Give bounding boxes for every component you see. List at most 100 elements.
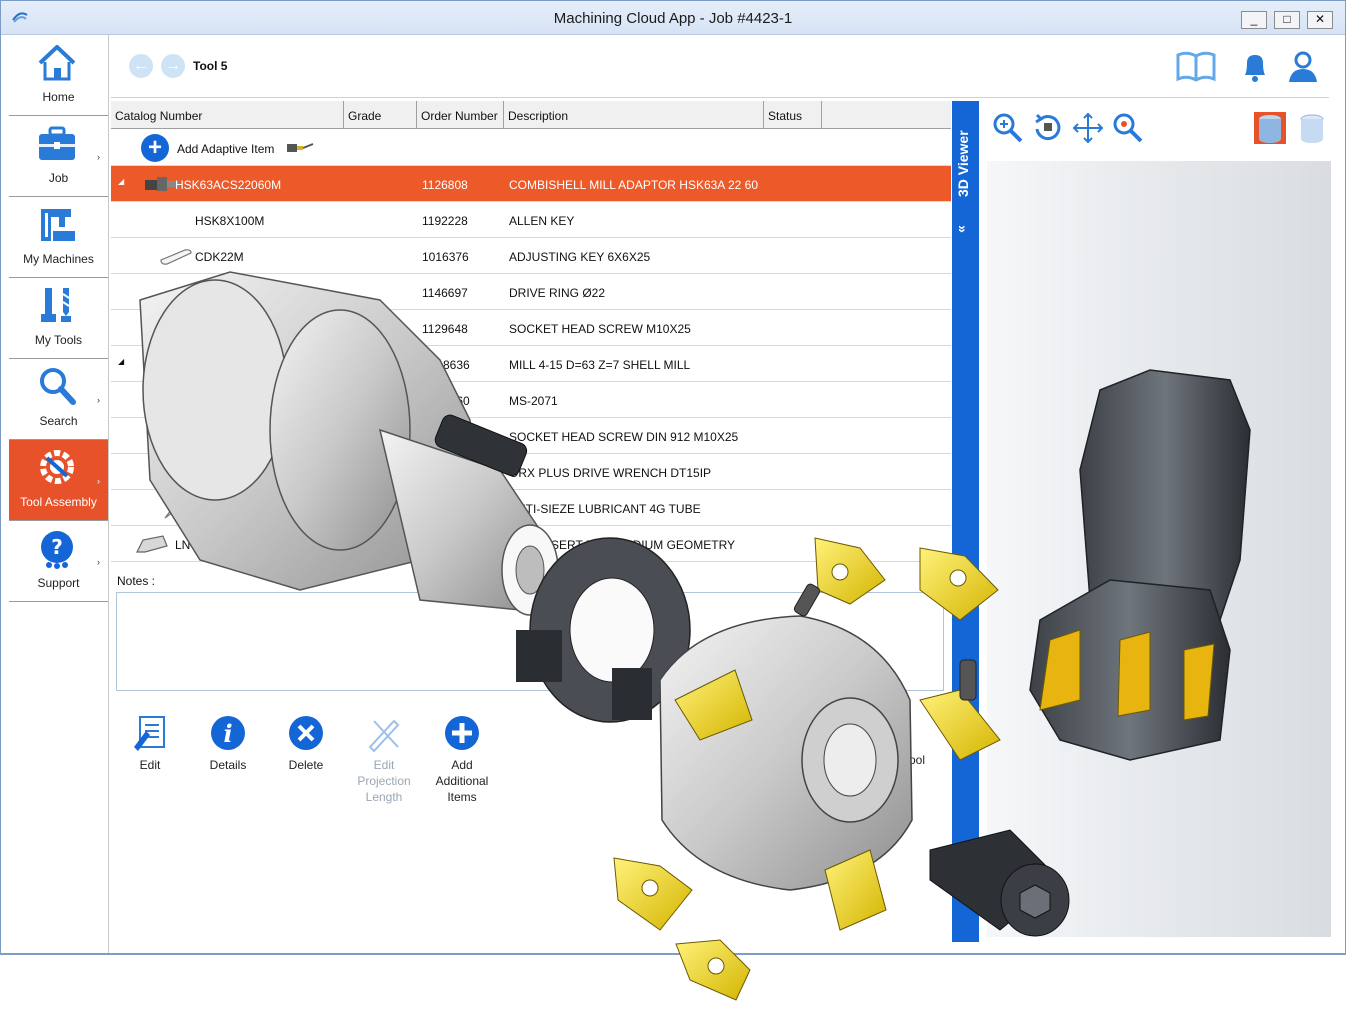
sidebar-item-label: Home (42, 90, 75, 104)
grid-header: Catalog Number Grade Order Number Descri… (111, 101, 951, 129)
sidebar: Home Job › My Machines My Tools Search ›… (1, 35, 109, 954)
add-additional-items-button[interactable]: Add Additional Items (425, 713, 499, 805)
svg-text:?: ? (51, 535, 63, 559)
sidebar-item-label: My Machines (23, 252, 94, 266)
svg-text:i: i (223, 719, 232, 748)
briefcase-icon (35, 122, 79, 166)
column-header-catalog-number[interactable]: Catalog Number (111, 101, 344, 129)
zoom-fit-icon[interactable] (1111, 111, 1145, 145)
edit-label: Edit (139, 758, 161, 772)
wrench-part-icon (157, 460, 207, 484)
edit-projection-length-button[interactable]: Edit Projection Length (347, 713, 421, 805)
order-number-cell: 0360 (443, 394, 470, 408)
tool-assembly-grid: Catalog Number Grade Order Number Descri… (111, 101, 951, 563)
column-header-order-number[interactable]: Order Number (417, 101, 504, 129)
user-icon[interactable] (1285, 49, 1327, 85)
sidebar-item-job[interactable]: Job › (9, 116, 108, 197)
adaptive-tool-icon (285, 138, 315, 163)
breadcrumb: Tool 5 (193, 59, 228, 73)
table-row[interactable]: LNGU151 SERT R0.4 MEDIUM GEOMETRY (111, 526, 951, 562)
notes-label: Notes : (117, 574, 156, 588)
sidebar-item-home[interactable]: Home (9, 35, 108, 116)
description-cell: ALLEN KEY (509, 214, 575, 228)
chevron-right-icon: › (97, 557, 100, 567)
minimize-button[interactable]: _ (1241, 11, 1267, 29)
sidebar-item-tool-assembly[interactable]: Tool Assembly › (9, 440, 108, 521)
column-header-grade[interactable]: Grade (344, 101, 417, 129)
description-cell: SOCKET HEAD SCREW M10X25 (509, 322, 691, 336)
3d-viewer-tab[interactable]: 3D Viewer » (952, 101, 979, 942)
sidebar-item-search[interactable]: Search › (9, 359, 108, 440)
add-icon: + (141, 134, 169, 162)
sidebar-item-my-tools[interactable]: My Tools (9, 278, 108, 359)
description-cell: COMBISHELL MILL ADAPTOR HSK63A 22 60 (509, 178, 758, 192)
edit-button[interactable]: Edit (113, 713, 187, 773)
zoom-in-icon[interactable] (991, 111, 1025, 145)
delete-label: Delete (288, 758, 324, 772)
column-header-status[interactable]: Status (764, 101, 822, 129)
toolbar: ← → Tool 5 (109, 35, 1345, 99)
chevron-right-icon: › (97, 395, 100, 405)
maximize-button[interactable]: □ (1274, 11, 1300, 29)
description-cell: SOCKET HEAD SCREW DIN 912 M10X25 (509, 430, 739, 444)
delete-icon (286, 713, 326, 753)
machine-icon (35, 203, 79, 247)
order-number-cell: 8636 (443, 358, 470, 372)
lubricant-part-icon (157, 496, 207, 520)
info-icon: i (208, 713, 248, 753)
table-row[interactable]: ORX PLUS DRIVE WRENCH DT15IP (111, 454, 951, 490)
table-row[interactable]: HSK8X100M 1192228 ALLEN KEY (111, 202, 951, 238)
tool-assembly-icon (35, 446, 79, 490)
table-row[interactable]: 0360 MS-2071 (111, 382, 951, 418)
transparent-view-icon[interactable] (1295, 111, 1329, 145)
collapse-arrow-icon: » (954, 225, 971, 233)
delete-button[interactable]: Delete (269, 713, 343, 773)
table-row[interactable]: CDK22M 1016376 ADJUSTING KEY 6X6X25 (111, 238, 951, 274)
header-divider (111, 97, 1329, 98)
bell-icon[interactable] (1237, 49, 1279, 85)
table-row[interactable]: SOCKET HEAD SCREW DIN 912 M10X25 (111, 418, 951, 454)
sidebar-item-support[interactable]: ? Support › (9, 521, 108, 602)
description-cell: ANTI-SIEZE LUBRICANT 4G TUBE (509, 502, 701, 516)
column-header-description[interactable]: Description (504, 101, 764, 129)
order-number-cell: 1126808 (422, 178, 468, 192)
sidebar-item-my-machines[interactable]: My Machines (9, 197, 108, 278)
pan-icon[interactable] (1071, 111, 1105, 145)
table-row[interactable]: ◢ 8636 MILL 4-15 D=63 Z=7 SHELL MILL (111, 346, 951, 382)
description-cell: MS-2071 (509, 394, 558, 408)
forward-button[interactable]: → (161, 54, 185, 78)
close-button[interactable]: ✕ (1307, 11, 1333, 29)
3d-viewer-panel: ool (909, 101, 1337, 941)
table-row[interactable]: 1146697 DRIVE RING Ø22 (111, 274, 951, 310)
rotate-icon[interactable] (1031, 111, 1065, 145)
details-button[interactable]: i Details (191, 713, 265, 773)
catalog-number-cell: HSK8X100M (195, 214, 265, 228)
bottom-border (0, 953, 1346, 954)
expand-icon[interactable]: ◢ (118, 357, 124, 366)
order-number-cell: 1192228 (422, 214, 468, 228)
back-button[interactable]: ← (129, 54, 153, 78)
support-icon: ? (35, 527, 79, 571)
edit-projection-label: Edit Projection Length (357, 758, 411, 804)
table-row[interactable]: ANTI-SIEZE LUBRICANT 4G TUBE (111, 490, 951, 526)
sidebar-item-label: Search (39, 414, 78, 428)
details-label: Details (209, 758, 247, 772)
add-adaptive-item-row[interactable]: + Add Adaptive Item (111, 130, 951, 166)
3d-viewer-tab-label: 3D Viewer (955, 130, 971, 198)
title-bar: Machining Cloud App - Job #4423-1 _ □ ✕ (1, 1, 1345, 35)
edit-icon (130, 713, 170, 753)
table-row[interactable]: ◢ HSK63ACS22060M 1126808 COMBISHELL MILL… (111, 166, 951, 202)
expand-icon[interactable]: ◢ (118, 177, 124, 186)
catalog-number-cell: LNGU151 (175, 538, 229, 552)
solid-view-icon[interactable] (1253, 111, 1287, 145)
order-number-cell: 1129648 (422, 322, 468, 336)
book-icon[interactable] (1175, 49, 1217, 85)
notes-input[interactable] (116, 592, 944, 691)
3d-viewport[interactable] (987, 161, 1331, 937)
order-number-cell: 1146697 (422, 286, 468, 300)
table-row[interactable]: 1129648 SOCKET HEAD SCREW M10X25 (111, 310, 951, 346)
sidebar-item-label: Support (37, 576, 80, 590)
add-adaptive-item-label: Add Adaptive Item (177, 142, 275, 156)
app-window: Machining Cloud App - Job #4423-1 _ □ ✕ … (0, 0, 1346, 955)
description-cell: ADJUSTING KEY 6X6X25 (509, 250, 651, 264)
